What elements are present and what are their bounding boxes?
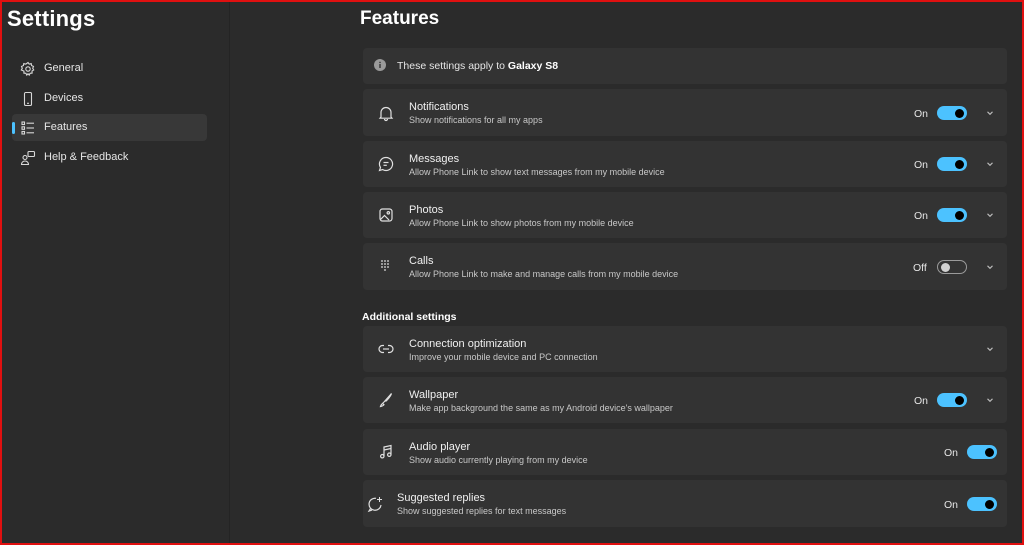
setting-card-wallpaper[interactable]: Wallpaper Make app background the same a… [363, 377, 1007, 423]
toggle-state-label: On [944, 499, 959, 511]
toggle-state-label: On [914, 159, 929, 171]
messages-toggle[interactable] [937, 157, 967, 171]
setting-description: Show audio currently playing from my dev… [409, 455, 588, 465]
feature-description: Allow Phone Link to show text messages f… [409, 167, 665, 177]
feature-description: Allow Phone Link to show photos from my … [409, 218, 634, 228]
feature-description: Allow Phone Link to make and manage call… [409, 269, 679, 279]
music-icon [380, 444, 392, 459]
suggested-replies-toggle[interactable] [967, 497, 997, 511]
link-icon [378, 344, 394, 354]
feature-card-photos[interactable]: Photos Allow Phone Link to show photos f… [363, 192, 1007, 238]
sidebar: Settings General Devices Features Help &… [2, 2, 230, 543]
chevron-down-icon[interactable] [985, 395, 995, 405]
chevron-down-icon[interactable] [985, 344, 995, 354]
chevron-down-icon[interactable] [985, 262, 995, 272]
chevron-down-icon[interactable] [985, 159, 995, 169]
app-window: Settings General Devices Features Help &… [0, 0, 1024, 545]
dialpad-icon [381, 260, 389, 271]
toggle-state-label: On [944, 447, 959, 459]
setting-card-connection-optimization[interactable]: Connection optimization Improve your mob… [363, 326, 1007, 372]
setting-title: Wallpaper [409, 389, 459, 401]
sparkle-chat-icon [367, 497, 382, 513]
setting-description: Improve your mobile device and PC connec… [409, 352, 598, 362]
feature-title: Messages [409, 153, 460, 165]
device-info-card: These settings apply to Galaxy S8 [363, 48, 1007, 84]
feature-description: Show notifications for all my apps [409, 115, 543, 125]
setting-card-suggested-replies[interactable]: Suggested replies Show suggested replies… [363, 480, 1007, 527]
setting-card-audio-player[interactable]: Audio player Show audio currently playin… [363, 429, 1007, 475]
sidebar-item-label: Devices [44, 92, 84, 104]
chat-icon [378, 156, 394, 172]
sidebar-item-features[interactable]: Features [12, 114, 207, 141]
photos-toggle[interactable] [937, 208, 967, 222]
setting-title: Connection optimization [409, 338, 527, 350]
main-content: Features These settings apply to Galaxy … [230, 2, 1022, 543]
audio-player-toggle[interactable] [967, 445, 997, 459]
sidebar-item-label: Features [44, 121, 88, 133]
sidebar-item-label: General [44, 62, 84, 74]
chevron-down-icon[interactable] [985, 108, 995, 118]
active-indicator [12, 122, 15, 134]
section-header-additional: Additional settings [362, 311, 457, 323]
feature-card-notifications[interactable]: Notifications Show notifications for all… [363, 89, 1007, 136]
feature-title: Photos [409, 204, 444, 216]
calls-toggle[interactable] [937, 260, 967, 274]
sidebar-item-devices[interactable]: Devices [12, 85, 207, 112]
sidebar-item-help-feedback[interactable]: Help & Feedback [12, 144, 207, 171]
feature-card-calls[interactable]: Calls Allow Phone Link to make and manag… [363, 243, 1007, 290]
feature-title: Calls [409, 255, 434, 267]
notifications-toggle[interactable] [937, 106, 967, 120]
brush-icon [379, 393, 393, 408]
sidebar-item-label: Help & Feedback [44, 151, 129, 163]
bell-icon [378, 106, 394, 122]
chevron-down-icon[interactable] [985, 210, 995, 220]
toggle-state-label: On [914, 210, 929, 222]
wallpaper-toggle[interactable] [937, 393, 967, 407]
toggle-state-label: On [914, 395, 929, 407]
device-name: Galaxy S8 [507, 60, 559, 72]
setting-title: Suggested replies [397, 492, 486, 504]
phone-icon [23, 91, 33, 107]
toggle-state-label: On [914, 108, 929, 120]
feature-card-messages[interactable]: Messages Allow Phone Link to show text m… [363, 141, 1007, 187]
feature-title: Notifications [409, 101, 469, 113]
setting-title: Audio player [409, 441, 471, 453]
info-icon [374, 59, 386, 71]
device-info-text: These settings apply to Galaxy S8 [397, 60, 559, 72]
list-icon [21, 121, 34, 135]
help-feedback-icon [20, 150, 36, 166]
setting-description: Show suggested replies for text messages [397, 506, 567, 516]
setting-description: Make app background the same as my Andro… [409, 403, 673, 413]
photo-icon [379, 208, 393, 222]
app-title: Settings [7, 6, 96, 31]
page-title: Features [360, 8, 440, 29]
gear-icon [20, 61, 35, 77]
toggle-state-label: Off [913, 262, 927, 274]
sidebar-item-general[interactable]: General [12, 55, 207, 82]
